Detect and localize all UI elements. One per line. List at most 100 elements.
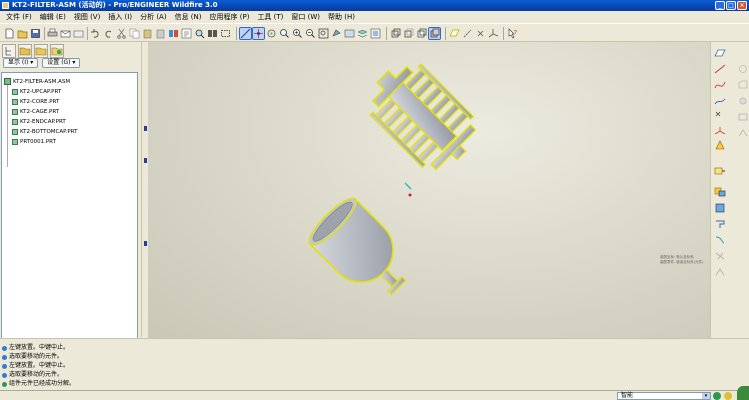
datum-planes-icon[interactable]	[449, 28, 460, 39]
menu-insert[interactable]: 插入 (I)	[104, 11, 136, 23]
exploded-assembly-model[interactable]	[148, 42, 710, 338]
tree-item[interactable]: KT2-UPCAP.PRT	[12, 89, 61, 95]
show-dropdown[interactable]: 显示 (I) ▾	[3, 58, 39, 68]
tree-item-label: PRT0001.PRT	[20, 139, 56, 145]
datum-curve-tool-icon[interactable]	[714, 80, 726, 90]
tree-item[interactable]: KT2-ENDCAP.PRT	[12, 119, 66, 125]
layers-icon[interactable]	[357, 28, 368, 39]
analysis-tool-icon[interactable]	[714, 140, 726, 150]
copy-icon[interactable]	[129, 28, 140, 39]
edit-definition-icon[interactable]	[181, 28, 192, 39]
saved-views-icon[interactable]	[344, 28, 355, 39]
shell-tool-icon[interactable]	[737, 112, 749, 122]
menu-info[interactable]: 信息 (N)	[171, 11, 206, 23]
menu-view[interactable]: 视图 (V)	[70, 11, 104, 23]
tree-item[interactable]: KT2-BOTTOMCAP.PRT	[12, 129, 77, 135]
zoom-in-icon[interactable]	[292, 28, 303, 39]
hole-tool-icon[interactable]	[737, 96, 749, 106]
print-icon[interactable]	[47, 28, 58, 39]
paste-icon[interactable]	[142, 28, 153, 39]
settings-dropdown[interactable]: 设置 (G) ▾	[42, 58, 81, 68]
regenerate-icon[interactable]	[168, 28, 179, 39]
undo-icon[interactable]	[90, 28, 101, 39]
open-folder-icon[interactable]	[17, 28, 28, 39]
context-help-icon[interactable]: ?	[507, 28, 518, 39]
message-line: 左键放置。中键中止。	[2, 344, 69, 352]
search-tool-icon[interactable]	[194, 28, 205, 39]
tree-root-assembly[interactable]: KT2-FILTER-ASM.ASM	[4, 78, 70, 85]
message-area: 左键放置。中键中止。 选取要移动的元件。 左键放置。中键中止。 选取要移动的元件…	[0, 338, 749, 390]
view-manager-icon[interactable]	[370, 28, 381, 39]
reorient-icon[interactable]	[331, 28, 342, 39]
tab-model-tree[interactable]	[2, 44, 16, 58]
shading-icon[interactable]	[428, 27, 441, 40]
datum-point-tool-icon[interactable]	[714, 110, 726, 120]
collapse-arrow-icon[interactable]	[144, 241, 147, 246]
merge-tool-icon[interactable]	[714, 267, 726, 277]
sketch-tool-icon[interactable]	[714, 96, 726, 106]
info-icon	[2, 372, 7, 378]
hidden-line-icon[interactable]	[403, 28, 414, 39]
refit-icon[interactable]	[318, 28, 329, 39]
repaint-icon[interactable]	[239, 27, 252, 40]
email-link-icon[interactable]	[73, 28, 84, 39]
selection-filter-icon[interactable]	[207, 28, 218, 39]
window-title: KT2-FILTER-ASM (活动的) - Pro/ENGINEER Wild…	[12, 1, 218, 9]
datum-axes-icon[interactable]	[462, 28, 473, 39]
menu-applications[interactable]: 应用程序 (P)	[206, 11, 254, 23]
cut-icon[interactable]	[116, 28, 127, 39]
menu-window[interactable]: 窗口 (W)	[287, 11, 324, 23]
zoom-window-icon[interactable]	[279, 28, 290, 39]
chamfer-tool-icon[interactable]	[737, 80, 749, 90]
offset-tool-icon[interactable]	[714, 235, 726, 245]
collapse-arrow-icon[interactable]	[144, 158, 147, 163]
email-icon[interactable]	[60, 28, 71, 39]
graphics-viewport[interactable]: 装配坐标: 默认坐标系 装配零件: 缺省坐标系(元件)	[148, 42, 710, 338]
close-button[interactable]: ×	[737, 1, 747, 10]
coordinate-system-tool-icon[interactable]	[714, 126, 726, 136]
assemble-component-icon[interactable]	[714, 187, 726, 197]
panel-splitter[interactable]	[141, 42, 148, 337]
coordinate-systems-icon[interactable]	[488, 28, 499, 39]
menu-analysis[interactable]: 分析 (A)	[136, 11, 170, 23]
chevron-down-icon[interactable]: ▾	[702, 393, 710, 399]
round-tool-icon[interactable]	[737, 64, 749, 74]
component-place-icon[interactable]	[714, 166, 726, 176]
tab-favorites[interactable]	[34, 44, 48, 58]
wireframe-icon[interactable]	[390, 28, 401, 39]
orient-mode-icon[interactable]	[266, 28, 277, 39]
tab-folder-browser[interactable]	[18, 44, 32, 58]
menu-help[interactable]: 帮助 (H)	[324, 11, 359, 23]
tree-item[interactable]: PRT0001.PRT	[12, 139, 56, 145]
create-component-icon[interactable]	[714, 203, 726, 213]
no-hidden-icon[interactable]	[416, 28, 427, 39]
part-icon	[12, 139, 18, 145]
trim-tool-icon[interactable]	[714, 251, 726, 261]
datum-points-icon[interactable]	[475, 28, 486, 39]
menu-file[interactable]: 文件 (F)	[2, 11, 36, 23]
rib-tool-icon[interactable]	[737, 128, 749, 138]
tab-connections[interactable]	[50, 44, 64, 58]
save-icon[interactable]	[30, 28, 41, 39]
datum-plane-tool-icon[interactable]	[714, 48, 726, 58]
collapse-arrow-icon[interactable]	[144, 126, 147, 131]
spin-center-icon[interactable]	[252, 27, 265, 40]
new-file-icon[interactable]	[4, 28, 15, 39]
repeat-component-icon[interactable]	[714, 219, 726, 229]
selection-filter-dropdown[interactable]: 智能 ▾	[617, 392, 711, 400]
paste-special-icon[interactable]	[155, 28, 166, 39]
menu-edit[interactable]: 编辑 (E)	[36, 11, 70, 23]
tree-item[interactable]: KT2-CAGE.PRT	[12, 109, 59, 115]
info-icon	[2, 345, 7, 351]
datum-axis-tool-icon[interactable]	[714, 64, 726, 74]
select-box-icon[interactable]	[220, 28, 231, 39]
redo-icon[interactable]	[103, 28, 114, 39]
part-icon	[12, 129, 18, 135]
minimize-button[interactable]: _	[715, 1, 725, 10]
zoom-out-icon[interactable]	[305, 28, 316, 39]
menu-tools[interactable]: 工具 (T)	[253, 11, 287, 23]
status-bar: 智能 ▾	[0, 386, 749, 400]
tree-item[interactable]: KT2-CORE.PRT	[12, 99, 59, 105]
title-bar: KT2-FILTER-ASM (活动的) - Pro/ENGINEER Wild…	[0, 0, 749, 11]
maximize-button[interactable]: □	[726, 1, 736, 10]
